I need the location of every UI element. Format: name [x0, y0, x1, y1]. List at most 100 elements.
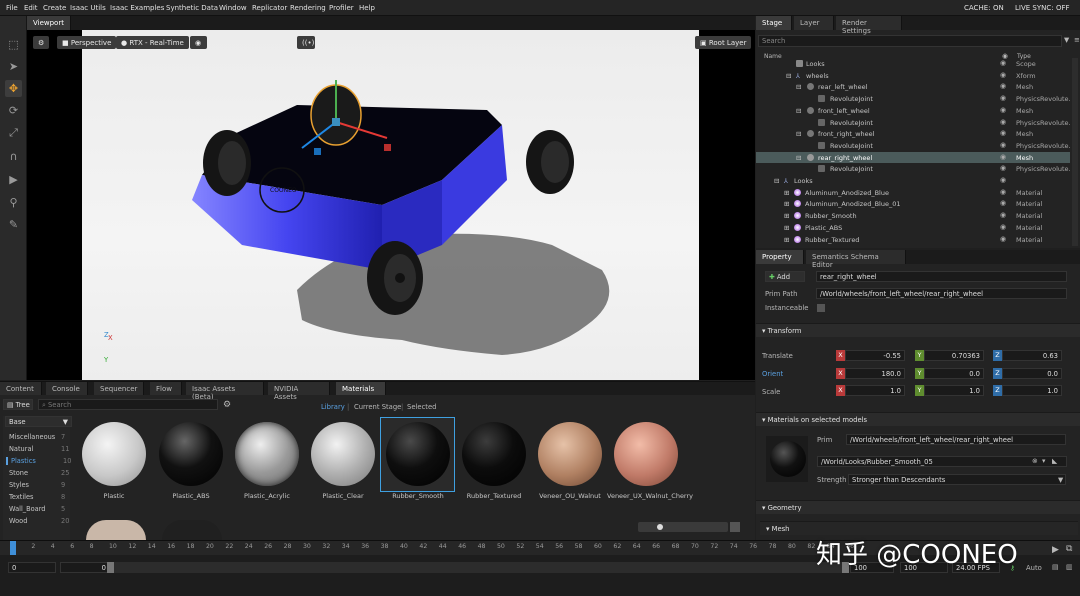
material-thumb-veneer-ou-walnut[interactable]	[538, 422, 602, 486]
timeline-options-icon[interactable]: ▤	[1052, 563, 1058, 571]
prim-name-field[interactable]: rear_right_wheel	[816, 271, 1067, 282]
viewport-settings-button[interactable]: ⚙	[33, 36, 49, 49]
tree-row-rear-right-wheel-selected[interactable]: ⊟ rear_right_wheel ◉ Mesh	[756, 151, 1070, 164]
menu-synthetic-data[interactable]: Synthetic Data	[166, 4, 218, 12]
range-slider[interactable]	[112, 562, 842, 573]
tree-row-revolute-joint[interactable]: RevoluteJoint ◉ PhysicsRevolute...	[756, 93, 1070, 105]
loop-icon[interactable]: ⧉	[1066, 544, 1072, 554]
collapse-icon[interactable]: ⊟	[796, 154, 801, 162]
expand-icon[interactable]: ⊞	[784, 200, 789, 208]
tab-materials[interactable]: Materials	[336, 382, 386, 395]
material-thumb-partial[interactable]	[162, 520, 222, 540]
translate-y-field[interactable]: 0.70363	[924, 350, 984, 361]
expand-icon[interactable]: ⊞	[784, 212, 789, 220]
orient-x-field[interactable]: 180.0	[845, 368, 905, 379]
material-thumb-veneer-ux-walnut-cherry[interactable]	[614, 422, 678, 486]
menu-edit[interactable]: Edit	[24, 4, 38, 12]
material-thumb-rubber-textured[interactable]	[462, 422, 526, 486]
range-start-handle[interactable]	[107, 562, 114, 573]
material-thumb-partial[interactable]	[86, 520, 146, 540]
orient-y-field[interactable]: 0.0	[924, 368, 984, 379]
play-icon[interactable]: ▶	[1052, 545, 1059, 555]
eye-icon[interactable]: ◉	[1000, 106, 1006, 114]
category-item[interactable]: Textiles 8	[9, 493, 65, 501]
render-area[interactable]: COONEO X Y Z	[82, 30, 699, 380]
select-region-icon[interactable]: ⬚	[5, 36, 22, 53]
expand-icon[interactable]: ⊞	[784, 189, 789, 197]
eye-icon[interactable]: ◉	[1000, 59, 1006, 67]
tree-row-material[interactable]: ⊞ Rubber_Textured ◉ Material	[756, 234, 1070, 246]
stage-scrollbar[interactable]	[1072, 58, 1078, 246]
category-item[interactable]: Styles 9	[9, 481, 65, 489]
transform-section-header[interactable]: ▾ Transform	[756, 323, 1080, 337]
category-item[interactable]: Wood 20	[9, 517, 69, 525]
collapse-icon[interactable]: ⊟	[796, 83, 801, 91]
eye-icon[interactable]: ◉	[1000, 164, 1006, 172]
tree-row-revolute-joint[interactable]: RevoluteJoint ◉ PhysicsRevolute...	[756, 140, 1070, 152]
translate-z-field[interactable]: 0.63	[1002, 350, 1062, 361]
tab-isaac-assets[interactable]: Isaac Assets (Beta)	[186, 382, 264, 401]
playhead[interactable]	[10, 541, 16, 555]
strength-select[interactable]: Stronger than Descendants	[848, 474, 1066, 485]
filter-icon[interactable]: ▼	[1064, 36, 1069, 44]
scale-x-field[interactable]: 1.0	[845, 385, 905, 396]
tab-property[interactable]: Property	[756, 250, 804, 264]
category-item[interactable]: Natural 11	[9, 445, 69, 453]
camera-menu[interactable]: ■ Perspective	[57, 36, 117, 49]
menu-help[interactable]: Help	[359, 4, 375, 12]
eye-icon[interactable]: ◉	[1000, 82, 1006, 90]
tab-console[interactable]: Console	[46, 382, 88, 395]
material-thumb-plastic-acrylic[interactable]	[235, 422, 299, 486]
clear-icon[interactable]: ⊗	[1032, 457, 1038, 465]
tab-stage[interactable]: Stage	[756, 16, 792, 30]
eye-icon[interactable]: ◉	[1000, 71, 1006, 79]
tab-content[interactable]: Content	[0, 382, 42, 395]
root-layer-button[interactable]: ▣ Root Layer	[695, 36, 752, 49]
material-prim-field[interactable]: /World/wheels/front_left_wheel/rear_righ…	[846, 434, 1066, 445]
stage-search-input[interactable]: Search	[758, 35, 1062, 47]
material-path-field[interactable]: /World/Looks/Rubber_Smooth_05	[817, 456, 1067, 467]
geometry-section-header[interactable]: ▾ Geometry	[756, 500, 1080, 514]
menu-create[interactable]: Create	[43, 4, 66, 12]
orient-label[interactable]: Orient	[762, 370, 783, 378]
live-broadcast-button[interactable]: ((•))	[297, 36, 317, 49]
tree-row-material[interactable]: ⊞ Plastic_ABS ◉ Material	[756, 222, 1070, 234]
filter-selected[interactable]: Selected	[407, 403, 436, 411]
menu-isaac-examples[interactable]: Isaac Examples	[110, 4, 164, 12]
move-tool-icon[interactable]: ✥	[5, 80, 22, 97]
tab-render-settings[interactable]: Render Settings	[836, 16, 902, 35]
tab-flow[interactable]: Flow	[150, 382, 182, 395]
tab-nvidia-assets[interactable]: NVIDIA Assets	[268, 382, 330, 401]
renderer-menu[interactable]: ● RTX - Real-Time	[116, 36, 189, 49]
category-item-selected[interactable]: Plastics 10	[6, 457, 71, 465]
content-search-input[interactable]: ⌕ Search	[38, 399, 218, 410]
category-item[interactable]: Stone 25	[9, 469, 69, 477]
tree-row-looks[interactable]: Looks ◉ Scope	[756, 58, 1070, 70]
menu-rendering[interactable]: Rendering	[290, 4, 326, 12]
cache-status[interactable]: ON	[993, 4, 1004, 12]
physics-icon[interactable]: ⚲	[5, 194, 22, 211]
scale-y-field[interactable]: 1.0	[924, 385, 984, 396]
material-thumb-plastic-clear[interactable]	[311, 422, 375, 486]
eye-icon[interactable]: ◉	[1000, 129, 1006, 137]
tree-toggle-button[interactable]: ▤ Tree	[3, 399, 33, 410]
eye-icon[interactable]: ◉	[1000, 94, 1006, 102]
scale-z-field[interactable]: 1.0	[1002, 385, 1062, 396]
eye-icon[interactable]: ◉	[1000, 176, 1006, 184]
scale-tool-icon[interactable]: ⤢	[5, 124, 22, 141]
tree-row-material[interactable]: ⊞ Rubber_Smooth ◉ Material	[756, 210, 1070, 222]
mesh-section-header[interactable]: ▾ Mesh	[760, 521, 1078, 535]
snap-magnet-icon[interactable]: ∩	[5, 148, 22, 165]
dropdown-arrow-icon[interactable]: ▾	[1042, 457, 1045, 465]
eye-icon[interactable]: ◉	[1000, 211, 1006, 219]
eye-icon[interactable]: ◉	[1000, 188, 1006, 196]
tree-row-rear-left-wheel[interactable]: ⊟ rear_left_wheel ◉ Mesh	[756, 81, 1070, 93]
settings-gear-icon[interactable]: ⚙	[223, 400, 231, 410]
material-thumb-plastic-abs[interactable]	[159, 422, 223, 486]
instanceable-checkbox[interactable]	[817, 304, 825, 312]
collapse-icon[interactable]: ⊟	[796, 107, 801, 115]
rotate-tool-icon[interactable]: ⟳	[5, 102, 22, 119]
tree-row-revolute-joint[interactable]: RevoluteJoint ◉ PhysicsRevolute...	[756, 117, 1070, 129]
tree-row-material[interactable]: ⊞ Aluminum_Anodized_Blue ◉ Material	[756, 187, 1070, 199]
expand-icon[interactable]: ⊞	[784, 224, 789, 232]
